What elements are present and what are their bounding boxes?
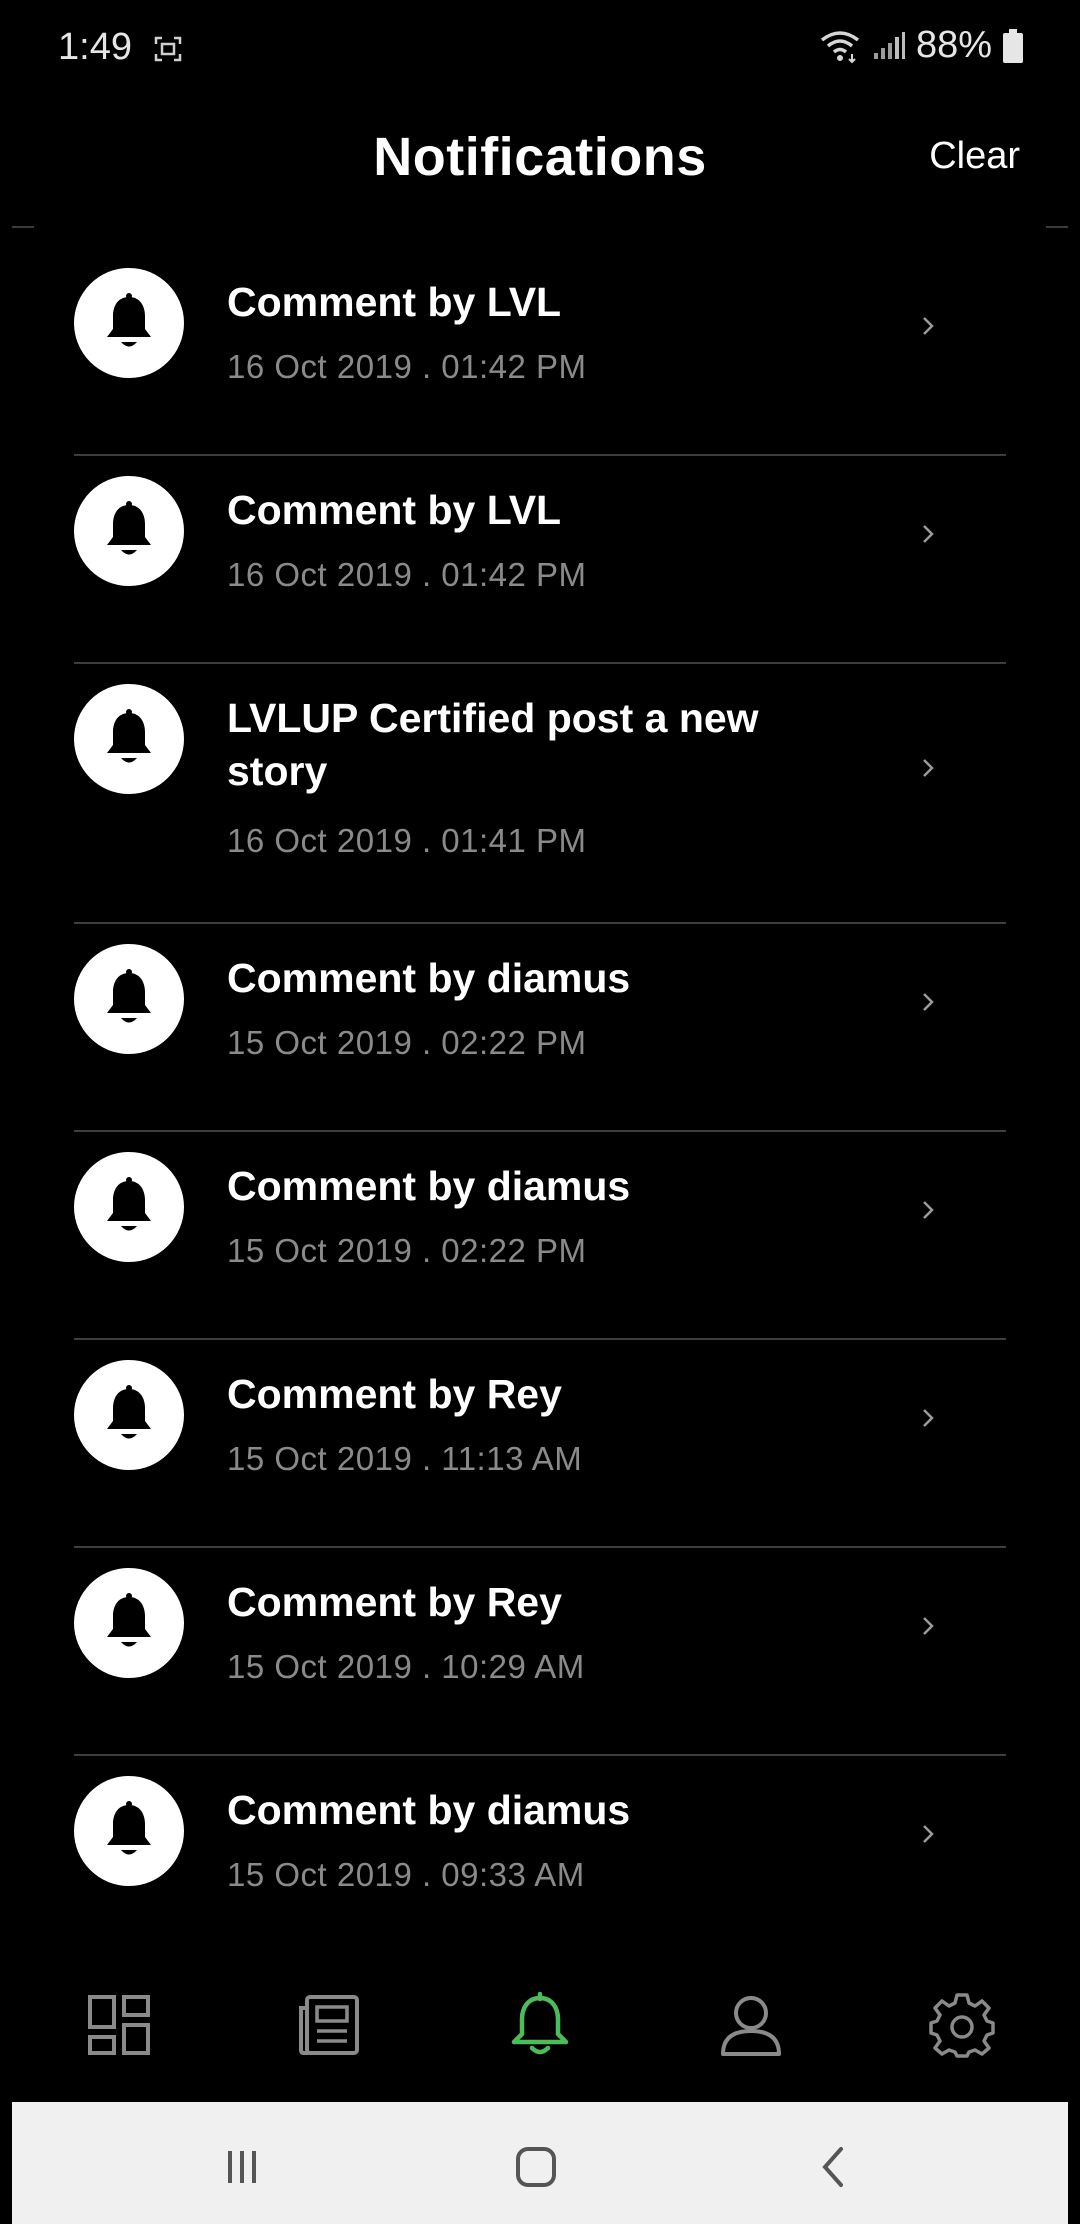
notification-title: LVLUP Certified post a new story [227, 695, 759, 794]
notifications-icon [511, 1992, 569, 2055]
notification-item[interactable]: Comment by LVL 16 Oct 2019 . 01:42 PM [0, 456, 1080, 664]
news-icon [299, 1995, 359, 2055]
bell-icon [74, 1152, 184, 1262]
notification-list: Comment by LVL 16 Oct 2019 . 01:42 PM Co… [0, 248, 1080, 1964]
status-time: 1:49 [58, 26, 132, 68]
bell-icon [74, 944, 184, 1054]
notification-time: 16 Oct 2019 . 01:42 PM [227, 556, 587, 593]
bottom-tab-bar [0, 1962, 1080, 2102]
status-right-group: 88% [818, 24, 1024, 67]
chevron-right-icon [923, 1409, 934, 1427]
notification-time: 16 Oct 2019 . 01:42 PM [227, 348, 587, 385]
notification-time: 15 Oct 2019 . 09:33 AM [227, 1856, 585, 1893]
notification-item[interactable]: Comment by diamus 15 Oct 2019 . 02:22 PM [0, 924, 1080, 1132]
notification-title: Comment by LVL [227, 487, 562, 533]
battery-percent: 88% [915, 24, 992, 66]
notification-title: Comment by diamus [227, 1163, 631, 1209]
tab-settings[interactable] [927, 1990, 997, 2060]
wifi-icon [820, 30, 860, 63]
edge-mark-left [12, 226, 34, 228]
bell-icon [74, 1360, 184, 1470]
home-button[interactable] [506, 2142, 566, 2192]
notification-time: 15 Oct 2019 . 02:22 PM [227, 1232, 587, 1269]
notification-item[interactable]: Comment by Rey 15 Oct 2019 . 11:13 AM [0, 1340, 1080, 1548]
profile-icon [721, 1996, 781, 2056]
notification-title: Comment by diamus [227, 955, 631, 1001]
chevron-right-icon [923, 759, 934, 777]
edge-mark-right [1046, 226, 1068, 228]
bell-icon [74, 1568, 184, 1678]
notification-title: Comment by Rey [227, 1371, 562, 1417]
bell-icon [74, 1776, 184, 1886]
bell-icon [74, 476, 184, 586]
tab-profile[interactable] [716, 1990, 786, 2060]
chevron-right-icon [923, 1825, 934, 1843]
back-button[interactable] [802, 2142, 862, 2192]
chevron-right-icon [923, 1201, 934, 1219]
battery-icon [1003, 28, 1023, 63]
bell-icon [74, 268, 184, 378]
back-icon [822, 2147, 843, 2187]
recents-icon [228, 2151, 256, 2183]
chevron-right-icon [923, 1617, 934, 1635]
tab-notifications[interactable] [505, 1990, 575, 2060]
home-icon [516, 2147, 556, 2187]
notification-time: 16 Oct 2019 . 01:41 PM [227, 822, 587, 859]
page-title: Notifications [373, 127, 707, 187]
system-nav-bar [12, 2102, 1068, 2224]
notification-title: Comment by Rey [227, 1579, 562, 1625]
tab-news[interactable] [294, 1990, 364, 2060]
notification-item[interactable]: Comment by diamus 15 Oct 2019 . 09:33 AM [0, 1756, 1080, 1964]
notification-time: 15 Oct 2019 . 11:13 AM [227, 1440, 583, 1477]
bell-icon [74, 684, 184, 794]
screenshot-icon [154, 36, 182, 62]
tab-dashboard[interactable] [84, 1990, 154, 2060]
signal-icon [873, 31, 905, 59]
chevron-right-icon [923, 525, 934, 543]
notification-time: 15 Oct 2019 . 02:22 PM [227, 1024, 587, 1061]
notification-time: 15 Oct 2019 . 10:29 AM [227, 1648, 585, 1685]
clear-button[interactable]: Clear [923, 134, 1026, 179]
recents-button[interactable] [212, 2142, 272, 2192]
chevron-right-icon [923, 317, 934, 335]
status-bar: 1:49 88% [0, 0, 1080, 100]
notification-item[interactable]: LVLUP Certified post a new story 16 Oct … [0, 664, 1080, 924]
notification-item[interactable]: Comment by Rey 15 Oct 2019 . 10:29 AM [0, 1548, 1080, 1756]
dashboard-icon [88, 1995, 150, 2055]
chevron-right-icon [923, 993, 934, 1011]
notification-item[interactable]: Comment by LVL 16 Oct 2019 . 01:42 PM [0, 248, 1080, 456]
notification-title: Comment by diamus [227, 1787, 631, 1833]
notification-item[interactable]: Comment by diamus 15 Oct 2019 . 02:22 PM [0, 1132, 1080, 1340]
settings-icon [929, 1993, 995, 2058]
notification-title: Comment by LVL [227, 279, 562, 325]
